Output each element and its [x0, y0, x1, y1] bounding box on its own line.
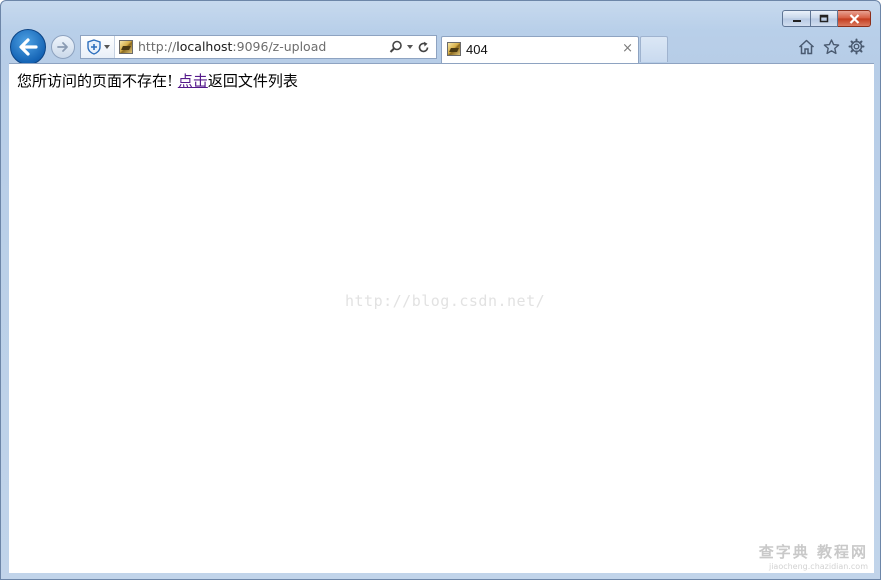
address-bar[interactable]: http://localhost:9096/z-upload	[80, 35, 437, 59]
back-button[interactable]	[10, 29, 46, 65]
message-suffix: 返回文件列表	[207, 72, 298, 90]
caption-buttons	[782, 10, 871, 29]
search-icon[interactable]	[389, 40, 403, 54]
corner-watermark: 查字典 教程网 jiaocheng.chazidian.com	[759, 541, 868, 571]
toolbar-icons	[798, 38, 865, 55]
home-icon[interactable]	[798, 39, 815, 55]
url-input[interactable]: http://localhost:9096/z-upload	[138, 36, 383, 58]
shield-plus-icon	[86, 39, 101, 55]
forward-button[interactable]	[51, 35, 75, 59]
page-content: 您所访问的页面不存在! 点击返回文件列表 http://blog.csdn.ne…	[9, 63, 874, 573]
tab-close-icon[interactable]: ×	[622, 41, 633, 57]
arrow-left-icon	[19, 38, 38, 56]
message-text: 您所访问的页面不存在!	[17, 72, 174, 90]
site-favicon-icon	[119, 40, 133, 54]
chevron-down-icon	[103, 45, 110, 49]
url-prefix: http://	[138, 39, 177, 54]
browser-window: http://localhost:9096/z-upload 404 × 您所访…	[0, 0, 881, 580]
tab-favicon-icon	[447, 42, 461, 56]
restore-button[interactable]	[811, 10, 838, 27]
not-found-message: 您所访问的页面不存在! 点击返回文件列表	[17, 70, 298, 91]
address-bar-icons	[389, 39, 430, 55]
back-to-list-link[interactable]: 点击	[178, 72, 208, 90]
url-host: localhost	[176, 39, 233, 54]
minimize-button[interactable]	[782, 10, 811, 27]
corner-watermark-title: 查字典 教程网	[758, 543, 868, 561]
tab-title: 404	[466, 42, 488, 57]
gear-icon[interactable]	[848, 38, 865, 55]
close-button[interactable]	[838, 10, 871, 27]
corner-watermark-url: jiaocheng.chazidian.com	[768, 562, 868, 571]
url-rest: :9096/z-upload	[232, 39, 327, 54]
compatibility-view-button[interactable]	[81, 36, 115, 58]
new-tab-button[interactable]	[640, 36, 668, 62]
close-icon	[849, 13, 859, 24]
restore-icon	[819, 14, 829, 23]
arrow-right-icon	[57, 42, 68, 52]
refresh-icon[interactable]	[417, 41, 430, 54]
minimize-icon	[792, 19, 801, 22]
tab-404[interactable]: 404 ×	[441, 36, 639, 63]
star-icon[interactable]	[823, 38, 840, 55]
dropdown-arrow-icon[interactable]	[407, 45, 413, 49]
blog-watermark: http://blog.csdn.net/	[345, 292, 546, 310]
